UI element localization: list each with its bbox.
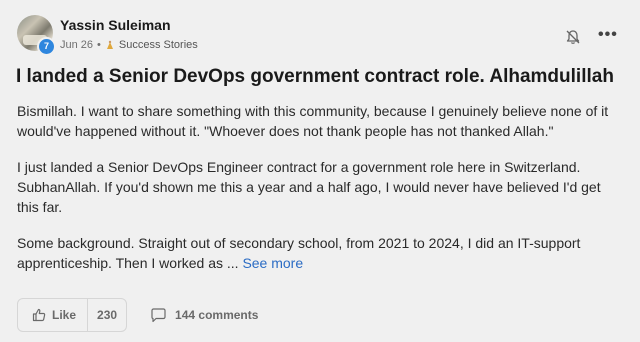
comments-label: 144 comments	[175, 308, 259, 322]
like-button[interactable]: Like	[18, 299, 89, 331]
bell-off-icon[interactable]	[564, 28, 582, 46]
comments-button[interactable]: 144 comments	[150, 307, 259, 323]
post-body: Bismillah. I want to share something wit…	[17, 101, 617, 289]
post-paragraph: Bismillah. I want to share something wit…	[17, 103, 609, 139]
category-icon	[106, 40, 113, 49]
see-more-link[interactable]: See more	[242, 255, 303, 271]
meta-separator: •	[97, 39, 101, 51]
author-avatar[interactable]: 7	[17, 15, 56, 56]
thumbs-up-icon	[32, 308, 46, 322]
post-title[interactable]: I landed a Senior DevOps government cont…	[16, 66, 626, 88]
post-paragraph: Some background. Straight out of seconda…	[17, 233, 617, 273]
more-options-icon[interactable]: •••	[598, 26, 618, 44]
comment-icon	[151, 307, 166, 322]
category-link[interactable]: Success Stories	[119, 39, 198, 51]
post-card: 7 Yassin Suleiman Jun 26 • Success Stori…	[0, 0, 640, 342]
like-group: Like 230	[17, 298, 128, 332]
like-label: Like	[52, 308, 77, 322]
post-meta: Jun 26 • Success Stories	[60, 39, 198, 51]
author-name[interactable]: Yassin Suleiman	[60, 17, 171, 33]
post-actions: Like 230 144 comments	[17, 298, 258, 332]
post-date: Jun 26	[60, 39, 94, 51]
post-paragraph: I just landed a Senior DevOps Engineer c…	[17, 159, 601, 215]
level-badge: 7	[37, 37, 56, 56]
like-count[interactable]: 230	[88, 299, 126, 331]
